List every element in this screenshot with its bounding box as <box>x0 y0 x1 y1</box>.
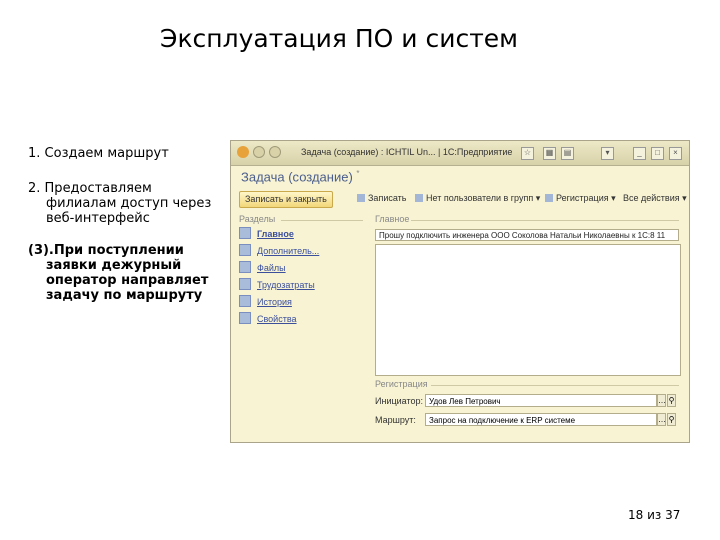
sidebar-item-label: Файлы <box>257 263 286 273</box>
main-panel-divider <box>411 220 679 221</box>
page-number: 18 из 37 <box>628 508 681 522</box>
registration-divider <box>431 385 679 386</box>
calculator-icon[interactable]: ▤ <box>561 147 574 160</box>
save-button-label: Записать <box>368 193 407 203</box>
slide-title: Эксплуатация ПО и систем <box>160 24 519 53</box>
sidebar-item-label: Свойства <box>257 314 297 324</box>
star-icon[interactable]: ☆ <box>521 147 534 160</box>
bullet-3-line-2: заявки дежурный <box>46 258 182 273</box>
minimize-icon[interactable]: _ <box>633 147 646 160</box>
forward-icon[interactable] <box>269 146 281 158</box>
back-icon[interactable] <box>253 146 265 158</box>
route-select-button[interactable]: … <box>657 413 666 426</box>
bullet-3-line-4: задачу по маршруту <box>46 288 203 303</box>
files-icon <box>239 261 251 273</box>
initiator-field[interactable]: Удов Лев Петрович <box>425 394 657 407</box>
form-toolbar: Записать и закрыть Записать Нет пользова… <box>239 191 687 208</box>
initiator-label: Инициатор: <box>375 396 423 406</box>
not-used-button[interactable]: Нет пользователи в групп ▾ <box>415 191 540 206</box>
sidebar-item-labor[interactable]: Трудозатраты <box>239 278 363 295</box>
sidebar-item-label: История <box>257 297 292 307</box>
bullet-1-line-1: 1. Создаем маршрут <box>28 146 169 161</box>
bullet-2-line-2: филиалам доступ через <box>46 196 212 211</box>
sidebar-item-label: Дополнитель... <box>257 246 320 256</box>
properties-icon <box>239 312 251 324</box>
not-used-label: Нет пользователи в групп <box>426 193 534 203</box>
window-menu-icon[interactable]: ▾ <box>601 147 614 160</box>
form-title: Задача (создание) * <box>241 169 360 184</box>
app-window: Задача (создание) : ICHTIL Un... | 1С:Пр… <box>230 140 690 443</box>
description-textarea[interactable] <box>375 244 681 376</box>
calendar-icon[interactable]: ▦ <box>543 147 556 160</box>
initiator-select-button[interactable]: … <box>657 394 666 407</box>
sidebar-item-additional[interactable]: Дополнитель... <box>239 244 363 261</box>
sections-sidebar: Главное Дополнитель... Файлы Трудозатрат… <box>239 227 363 329</box>
save-close-button[interactable]: Записать и закрыть <box>239 191 333 208</box>
form-title-mark: * <box>356 169 360 178</box>
sidebar-divider <box>281 220 363 221</box>
maximize-icon[interactable]: □ <box>651 147 664 160</box>
window-title: Задача (создание) : ICHTIL Un... | 1С:Пр… <box>301 147 513 157</box>
initiator-search-icon[interactable]: ⚲ <box>667 394 676 407</box>
registration-label: Регистрация <box>556 193 609 203</box>
bullet-2-line-3: веб-интерфейс <box>46 211 150 226</box>
close-icon[interactable]: × <box>669 147 682 160</box>
users-icon <box>415 194 423 202</box>
route-field[interactable]: Запрос на подключение к ERP системе <box>425 413 657 426</box>
sidebar-item-main[interactable]: Главное <box>239 227 363 244</box>
bullet-2: 2. Предоставляем филиалам доступ через в… <box>28 181 211 226</box>
all-actions-button[interactable]: Все действия ▾ <box>623 191 687 206</box>
bullet-2-line-1: 2. Предоставляем <box>28 181 152 196</box>
bullet-3: (3).При поступлении заявки дежурный опер… <box>28 243 208 303</box>
all-actions-label: Все действия <box>623 193 680 203</box>
registration-icon <box>545 194 553 202</box>
bullet-3-line-3: оператор направляет <box>46 273 209 288</box>
app-logo-icon <box>237 146 249 158</box>
sidebar-item-label: Трудозатраты <box>257 280 315 290</box>
history-icon <box>239 295 251 307</box>
form-title-text: Задача (создание) <box>241 169 353 185</box>
subject-field[interactable]: Прошу подключить инженера ООО Соколова Н… <box>375 229 679 241</box>
bullet-3-line-1: (3).При поступлении <box>28 243 184 258</box>
registration-button[interactable]: Регистрация ▾ <box>545 191 616 206</box>
sidebar-label: Разделы <box>239 214 276 224</box>
save-icon <box>357 194 365 202</box>
route-search-icon[interactable]: ⚲ <box>667 413 676 426</box>
sidebar-item-files[interactable]: Файлы <box>239 261 363 278</box>
main-panel-label: Главное <box>375 214 410 224</box>
clock-icon <box>239 278 251 290</box>
sidebar-item-history[interactable]: История <box>239 295 363 312</box>
save-button[interactable]: Записать <box>357 191 406 206</box>
window-titlebar: Задача (создание) : ICHTIL Un... | 1С:Пр… <box>231 141 689 166</box>
document-icon <box>239 244 251 256</box>
bullet-1: 1. Создаем маршрут <box>28 146 169 161</box>
route-label: Маршрут: <box>375 415 416 425</box>
sidebar-item-label: Главное <box>257 229 294 239</box>
sidebar-item-properties[interactable]: Свойства <box>239 312 363 329</box>
registration-panel-label: Регистрация <box>375 379 428 389</box>
main-icon <box>239 227 251 239</box>
